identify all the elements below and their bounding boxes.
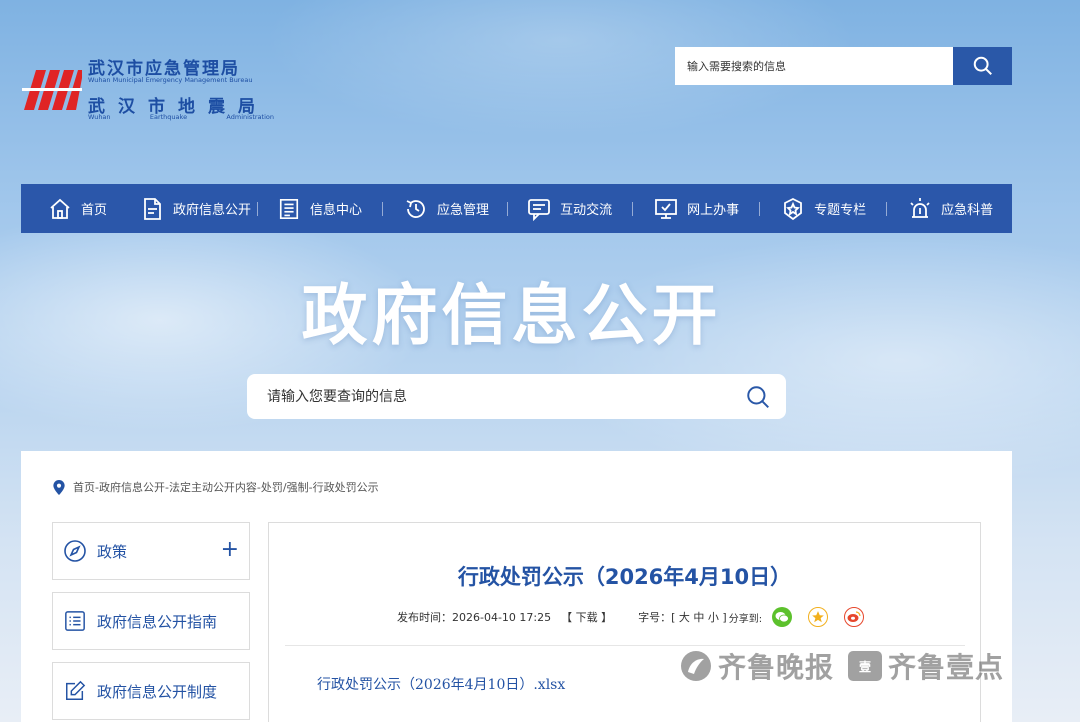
logo-stripes-icon [22, 70, 82, 110]
sidebar-item-policy[interactable]: 政策 + [52, 522, 250, 580]
logo-en-word: Wuhan [88, 113, 111, 121]
star-badge-icon [780, 196, 806, 222]
logo-name-en: Wuhan Municipal Emergency Management Bur… [88, 76, 253, 84]
alarm-light-icon [907, 196, 933, 222]
nav-label: 首页 [81, 203, 108, 218]
article: 行政处罚公示（2026年4月10日） 发布时间： 2026-04-10 17:2… [268, 522, 981, 722]
watermark: 齐鲁晚报 壹 齐鲁壹点 [680, 644, 1050, 688]
nav-label: 应急科普 [941, 203, 994, 218]
nav-divider [886, 201, 888, 216]
header-search-button[interactable] [953, 47, 1012, 85]
plus-icon[interactable]: + [221, 539, 239, 561]
sidebar-item-guide[interactable]: 政府信息公开指南 [52, 592, 250, 650]
site-logo[interactable]: 武汉市应急管理局 Wuhan Municipal Emergency Manag… [22, 54, 282, 126]
sidebar-item-label: 政府信息公开制度 [97, 682, 218, 701]
location-pin-icon [53, 479, 65, 495]
qzone-icon[interactable] [808, 607, 829, 627]
article-title: 行政处罚公示（2026年4月10日） [457, 565, 792, 589]
breadcrumb: 首页-政府信息公开-法定主动公开内容-处罚/强制-行政处罚公示 [53, 479, 379, 495]
banner-title: 政府信息公开 [301, 277, 722, 354]
breadcrumb-text[interactable]: 首页-政府信息公开-法定主动公开内容-处罚/强制-行政处罚公示 [73, 479, 379, 495]
article-meta: 发布时间： 2026-04-10 17:25 【 下载 】 字号： [ 大 中 … [397, 607, 870, 627]
weibo-icon[interactable] [844, 607, 865, 627]
monitor-icon [653, 196, 679, 222]
chat-icon [526, 196, 552, 222]
sidebar-item-system[interactable]: 政府信息公开制度 [52, 662, 250, 720]
nav-label: 应急管理 [437, 203, 490, 218]
search-icon [973, 56, 992, 75]
header-search [675, 47, 1012, 85]
nav-label: 网上办事 [687, 203, 740, 218]
font-size-label: 字号： [638, 611, 672, 624]
nav-divider [257, 201, 259, 216]
header-search-input[interactable] [675, 47, 953, 85]
logo-name-en-2: Wuhan Earthquake Administration [88, 113, 274, 121]
nav-item-gov-info[interactable]: 政府信息公开 [139, 184, 251, 233]
nav-item-interaction[interactable]: 互动交流 [526, 184, 612, 233]
nav-divider [632, 201, 634, 216]
watermark-badge: 壹 [848, 651, 883, 681]
nav-divider [507, 201, 509, 216]
wechat-icon[interactable] [772, 607, 793, 627]
nav-label: 互动交流 [560, 203, 613, 218]
banner-search-input[interactable] [247, 374, 730, 419]
logo-en-word: Earthquake [149, 113, 188, 121]
compass-icon [63, 539, 87, 563]
home-icon [47, 196, 73, 222]
download-link[interactable]: 【 下载 】 [561, 609, 612, 625]
watermark-text: 齐鲁晚报 [718, 651, 835, 684]
sidebar-item-label: 政府信息公开指南 [97, 612, 218, 631]
banner-search [247, 374, 786, 419]
newspaper-logo-icon [681, 651, 711, 681]
list-icon [63, 609, 87, 633]
font-size-options[interactable]: [ 大 中 小 ] [671, 609, 727, 625]
nav-divider [382, 201, 384, 216]
news-icon [276, 196, 302, 222]
document-icon [139, 196, 165, 222]
sidebar-item-label: 政策 [97, 542, 128, 561]
nav-item-info-center[interactable]: 信息中心 [276, 184, 362, 233]
publish-time: 2026-04-10 17:25 [452, 610, 552, 624]
nav-item-special-topics[interactable]: 专题专栏 [780, 184, 866, 233]
nav-divider [759, 201, 761, 216]
nav-label: 信息中心 [310, 203, 363, 218]
nav-item-home[interactable]: 首页 [47, 184, 107, 233]
attachment-link[interactable]: 行政处罚公示（2026年4月10日）.xlsx [317, 674, 565, 694]
clock-arrow-icon [403, 196, 429, 222]
nav-item-online-service[interactable]: 网上办事 [653, 184, 739, 233]
publish-label: 发布时间： [397, 611, 452, 624]
share-label: 分享到: [728, 613, 763, 625]
edit-icon [63, 679, 87, 703]
search-icon [747, 385, 769, 408]
nav-label: 专题专栏 [814, 203, 867, 218]
logo-en-word: Administration [226, 113, 274, 121]
nav-label: 政府信息公开 [173, 203, 252, 218]
watermark-text: 齐鲁壹点 [888, 651, 1005, 684]
nav-item-science[interactable]: 应急科普 [907, 184, 993, 233]
main-nav: 首页 政府信息公开 信息中心 应急管理 互动交流 网上办事 专题专栏 应急科普 [21, 184, 1012, 233]
banner-search-button[interactable] [730, 374, 786, 419]
nav-item-emergency[interactable]: 应急管理 [403, 184, 489, 233]
